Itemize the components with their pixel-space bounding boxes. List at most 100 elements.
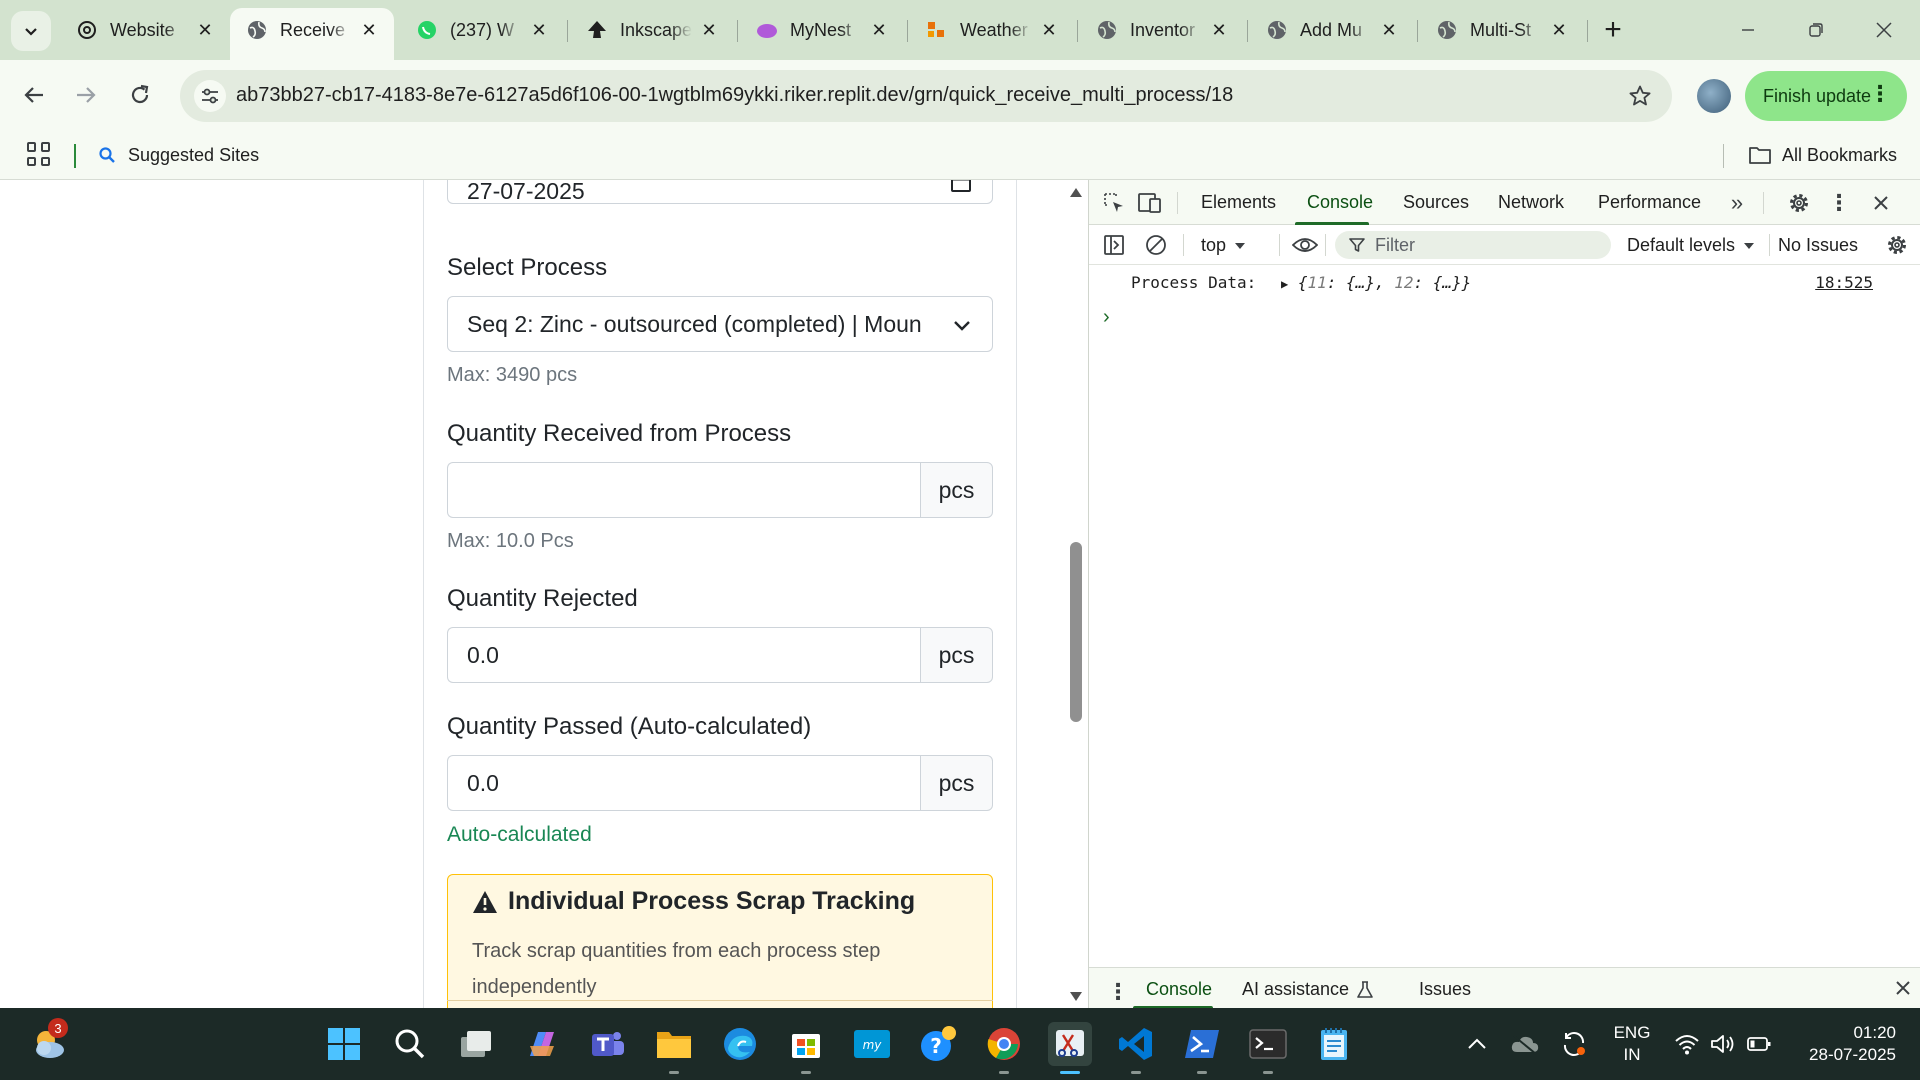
onedrive-tray[interactable]	[1510, 1008, 1540, 1080]
close-icon[interactable]: ✕	[528, 19, 550, 41]
show-hidden-icons-button[interactable]	[1466, 1008, 1488, 1080]
drawer-menu-icon[interactable]: ⋮	[1107, 979, 1129, 1005]
chevron-up-icon	[1468, 1038, 1486, 1049]
taskbar-search-button[interactable]	[388, 1022, 432, 1066]
page-scrollbar[interactable]	[1065, 180, 1087, 1008]
input-language-indicator[interactable]: ENG IN	[1612, 1022, 1652, 1066]
wifi-tray[interactable]	[1674, 1008, 1700, 1080]
clear-console-icon[interactable]	[1143, 232, 1169, 258]
devtools-tab-console[interactable]: Console	[1307, 192, 1373, 213]
profile-avatar[interactable]	[1697, 79, 1731, 113]
calendar-icon[interactable]	[950, 180, 972, 193]
new-tab-button[interactable]: +	[1597, 13, 1629, 46]
tab-weather[interactable]: Weather ✕	[910, 8, 1074, 52]
all-bookmarks-button[interactable]: All Bookmarks	[1748, 140, 1897, 170]
drawer-tab-console[interactable]: Console	[1146, 979, 1212, 1000]
apps-grid-icon[interactable]	[27, 142, 51, 166]
more-tabs-chevron-icon[interactable]: »	[1724, 190, 1750, 216]
notepad-app[interactable]	[1312, 1022, 1356, 1066]
restore-button[interactable]	[1794, 12, 1838, 48]
show-sidebar-icon[interactable]	[1101, 232, 1127, 258]
more-options-icon[interactable]: ⋮	[1826, 190, 1852, 216]
close-icon[interactable]: ✕	[698, 19, 720, 41]
battery-tray[interactable]	[1746, 1008, 1772, 1080]
address-bar[interactable]: ab73bb27-cb17-4183-8e7e-6127a5d6f106-00-…	[180, 70, 1672, 122]
select-process-dropdown[interactable]: Seq 2: Zinc - outsourced (completed) | M…	[447, 296, 993, 352]
chrome-app[interactable]	[982, 1022, 1026, 1074]
vscode-app[interactable]	[1114, 1022, 1158, 1074]
live-expression-eye-icon[interactable]	[1292, 232, 1318, 258]
help-app[interactable]: ?	[916, 1022, 960, 1066]
qty-rejected-input[interactable]: 0.0	[447, 627, 920, 683]
scroll-up-arrow-icon[interactable]	[1070, 188, 1082, 197]
close-icon[interactable]: ✕	[1208, 19, 1230, 41]
devtools-tab-elements[interactable]: Elements	[1201, 192, 1276, 213]
bookmark-star-button[interactable]	[1626, 82, 1654, 110]
forward-button[interactable]	[66, 75, 106, 115]
tab-website[interactable]: Website ✕	[60, 8, 230, 52]
close-icon[interactable]: ✕	[194, 19, 216, 41]
close-window-button[interactable]	[1862, 12, 1906, 48]
close-devtools-icon[interactable]	[1868, 190, 1894, 216]
back-button[interactable]	[14, 75, 54, 115]
scrollbar-thumb[interactable]	[1070, 542, 1082, 722]
tab-multi-step[interactable]: Multi-St ✕	[1420, 8, 1584, 52]
tab-search-button[interactable]	[11, 11, 51, 51]
close-icon[interactable]: ✕	[1038, 19, 1060, 41]
log-levels-dropdown[interactable]: Default levels	[1627, 235, 1755, 256]
tab-inventory[interactable]: Inventor ✕	[1080, 8, 1244, 52]
close-icon[interactable]: ✕	[1378, 19, 1400, 41]
tab-whatsapp[interactable]: (237) W ✕	[400, 8, 564, 52]
hp-app[interactable]: my	[850, 1022, 894, 1066]
powershell-app[interactable]	[1180, 1022, 1224, 1074]
devtools-tab-performance[interactable]: Performance	[1598, 192, 1701, 213]
tab-add-multi[interactable]: Add Mu ✕	[1250, 8, 1414, 52]
qty-received-input[interactable]	[447, 462, 920, 518]
terminal-app[interactable]	[1246, 1022, 1290, 1074]
site-info-button[interactable]	[194, 80, 226, 112]
tab-mynest[interactable]: MyNest ✕	[740, 8, 904, 52]
reload-button[interactable]	[120, 75, 160, 115]
date-input[interactable]: 27-07-2025	[447, 180, 993, 204]
close-icon[interactable]: ✕	[1548, 19, 1570, 41]
context-selector[interactable]: top	[1201, 235, 1246, 256]
start-button[interactable]	[322, 1022, 366, 1066]
minimize-button[interactable]	[1726, 12, 1770, 48]
file-explorer-app[interactable]	[652, 1022, 696, 1074]
close-drawer-icon[interactable]	[1895, 980, 1911, 996]
console-filter-input[interactable]: Filter	[1335, 231, 1611, 259]
snipping-tool-app[interactable]	[1048, 1022, 1092, 1074]
settings-gear-icon[interactable]	[1786, 190, 1812, 216]
edge-app[interactable]	[718, 1022, 762, 1066]
volume-tray[interactable]	[1710, 1008, 1736, 1080]
close-icon[interactable]: ✕	[868, 19, 890, 41]
console-prompt-chevron-icon[interactable]: ›	[1103, 306, 1110, 329]
inspect-element-icon[interactable]	[1101, 190, 1127, 216]
device-toolbar-icon[interactable]	[1137, 190, 1163, 216]
sync-tray[interactable]	[1560, 1008, 1588, 1080]
devtools-tab-sources[interactable]: Sources	[1403, 192, 1469, 213]
drawer-tab-issues[interactable]: Issues	[1419, 979, 1471, 1000]
tab-receive[interactable]: Receive ✕	[230, 8, 394, 60]
drawer-tab-ai-assistance[interactable]: AI assistance	[1242, 979, 1373, 1000]
microsoft-store-app[interactable]	[784, 1022, 828, 1074]
copilot-icon	[530, 1032, 554, 1056]
scroll-down-arrow-icon[interactable]	[1070, 992, 1082, 1001]
finish-update-button[interactable]: Finish update ⋮	[1745, 71, 1907, 121]
system-clock[interactable]: 01:20 28-07-2025	[1796, 1022, 1896, 1066]
console-settings-gear-icon[interactable]	[1884, 232, 1910, 258]
hp-icon: my	[854, 1030, 890, 1058]
teams-app[interactable]	[586, 1022, 630, 1066]
copilot-app[interactable]	[520, 1022, 564, 1066]
devtools-tab-network[interactable]: Network	[1498, 192, 1564, 213]
qty-passed-input[interactable]: 0.0	[447, 755, 920, 811]
task-view-button[interactable]	[454, 1022, 498, 1066]
tab-inkscape[interactable]: Inkscape ✕	[570, 8, 734, 52]
console-object[interactable]: ▶ {11: {…}, 12: {…}}	[1281, 273, 1471, 292]
console-source-link[interactable]: 18:525	[1815, 273, 1873, 292]
url-text[interactable]: ab73bb27-cb17-4183-8e7e-6127a5d6f106-00-…	[236, 84, 1233, 107]
bookmark-suggested-sites[interactable]: Suggested Sites	[98, 140, 259, 170]
expand-triangle-icon[interactable]: ▶	[1281, 277, 1288, 291]
issues-counter[interactable]: No Issues	[1778, 235, 1858, 256]
close-icon[interactable]: ✕	[358, 19, 380, 41]
